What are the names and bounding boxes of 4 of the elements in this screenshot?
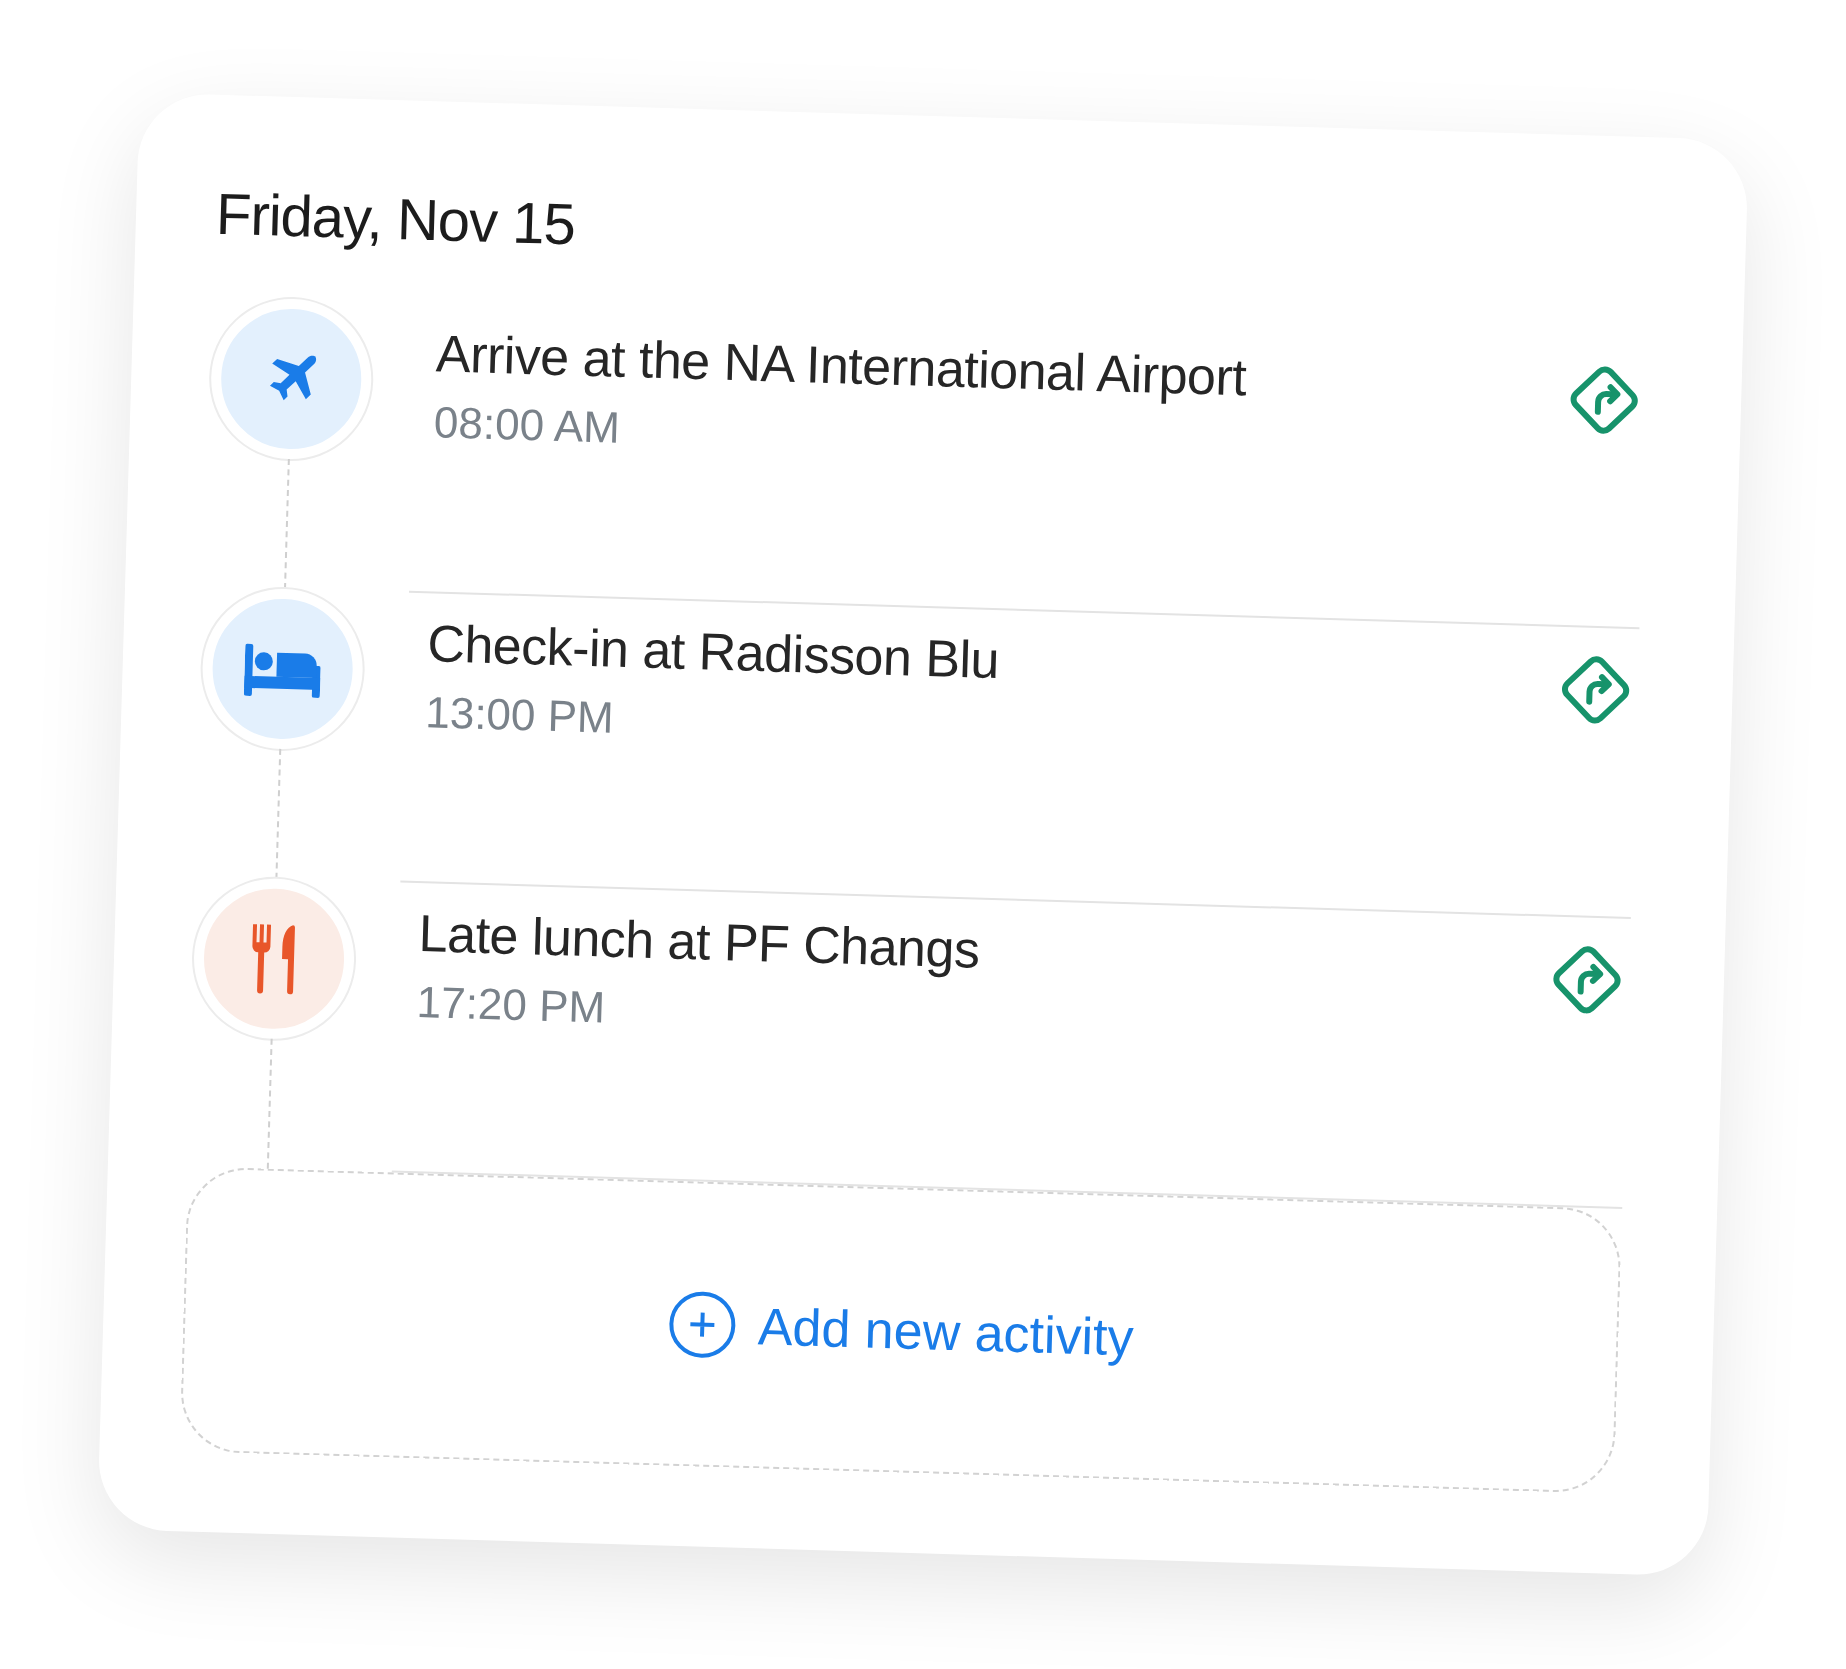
plus-circle-icon — [667, 1289, 737, 1360]
add-activity-button[interactable]: Add new activity — [179, 1166, 1623, 1494]
add-activity-label: Add new activity — [757, 1295, 1135, 1367]
date-title: Friday, Nov 15 — [215, 179, 577, 259]
